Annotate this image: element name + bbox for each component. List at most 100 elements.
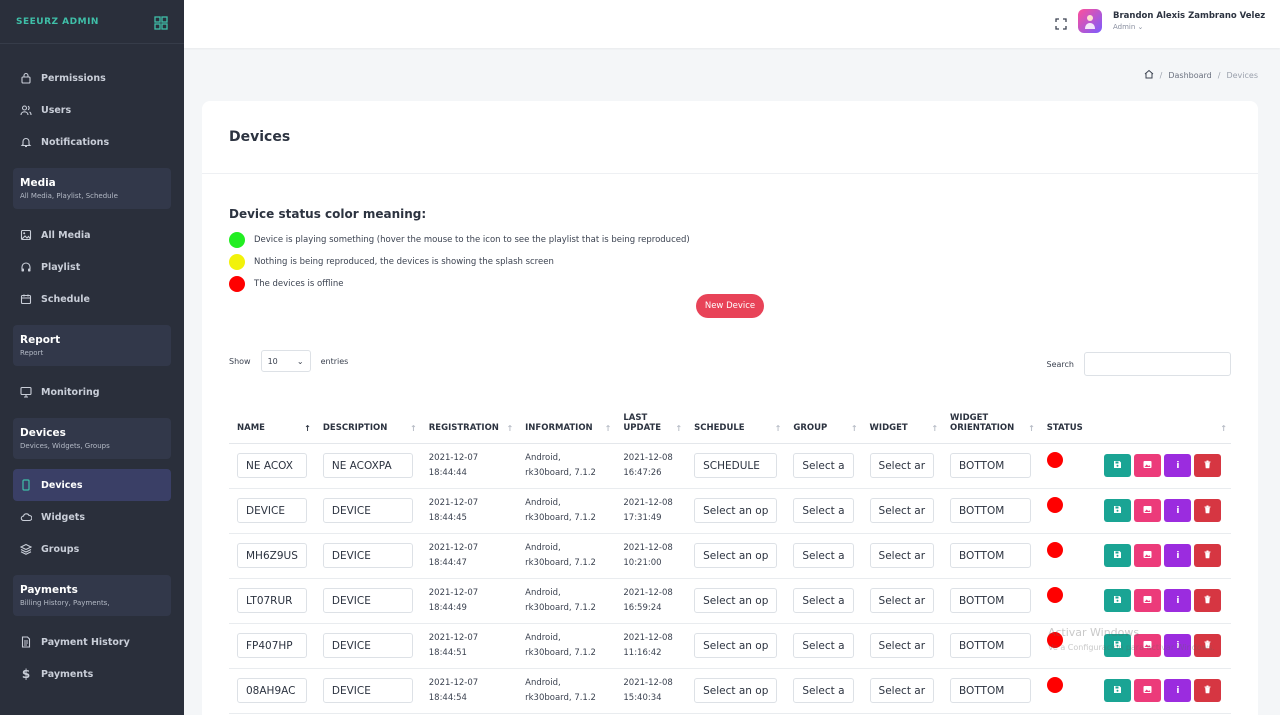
header-group[interactable]: GROUP ↑	[785, 397, 862, 444]
sidebar-item-notifications[interactable]: Notifications	[0, 126, 184, 158]
registration-cell: 2021-12-07 18:44:47	[429, 541, 509, 570]
sidebar-item-monitoring[interactable]: Monitoring	[0, 376, 184, 408]
offline-status-icon[interactable]	[1046, 676, 1063, 693]
widget-select[interactable]: Select ar	[869, 588, 935, 613]
sidebar-item-users[interactable]: Users	[0, 94, 184, 126]
sidebar-item-schedule[interactable]: Schedule	[0, 283, 184, 315]
group-select[interactable]: Select a	[793, 498, 854, 523]
media-button[interactable]	[1134, 499, 1162, 522]
header-name[interactable]: NAME ↑	[229, 397, 315, 444]
info-button[interactable]: i	[1164, 544, 1192, 567]
header-description[interactable]: DESCRIPTION ↑	[314, 397, 421, 444]
media-button[interactable]	[1134, 589, 1162, 612]
sidebar-item-permissions[interactable]: Permissions	[0, 62, 184, 94]
schedule-select[interactable]: Select an op	[694, 543, 778, 568]
media-button[interactable]	[1134, 544, 1162, 567]
group-select[interactable]: Select a	[793, 543, 854, 568]
description-input[interactable]: DEVICE	[322, 543, 413, 568]
group-select[interactable]: Select a	[793, 633, 854, 658]
row-actions: i	[1104, 679, 1223, 702]
sidebar-item-payment-history[interactable]: Payment History	[0, 626, 184, 658]
group-select[interactable]: Select a	[793, 678, 854, 703]
description-input[interactable]: DEVICE	[322, 588, 413, 613]
widget-select[interactable]: Select ar	[869, 453, 935, 478]
orientation-select[interactable]: BOTTOM	[950, 588, 1031, 613]
fullscreen-icon[interactable]	[1055, 15, 1067, 30]
name-input[interactable]: MH6Z9US	[237, 543, 307, 568]
header-widget[interactable]: WIDGET ↑	[861, 397, 943, 444]
grid-icon[interactable]	[154, 15, 168, 30]
section-report: Report Report	[13, 325, 171, 366]
section-subtitle: Report	[20, 349, 44, 357]
save-button[interactable]	[1104, 499, 1132, 522]
info-button[interactable]: i	[1164, 499, 1192, 522]
header-widget-orientation[interactable]: WIDGET ORIENTATION ↑	[942, 397, 1039, 444]
widget-select[interactable]: Select ar	[869, 633, 935, 658]
name-input[interactable]: 08AH9AC	[237, 678, 307, 703]
save-button[interactable]	[1104, 544, 1132, 567]
header-status[interactable]: STATUS	[1038, 397, 1097, 444]
delete-button[interactable]	[1194, 544, 1222, 567]
home-icon[interactable]	[1144, 69, 1154, 81]
name-input[interactable]: FP407HP	[237, 633, 307, 658]
sidebar-item-devices[interactable]: Devices	[13, 469, 171, 501]
delete-button[interactable]	[1194, 499, 1222, 522]
schedule-select[interactable]: Select an op	[694, 588, 778, 613]
header-registration[interactable]: REGISTRATION ↑	[420, 397, 518, 444]
new-device-button[interactable]: New Device	[696, 294, 764, 318]
sidebar-nav: Permissions Users Notifications Media Al…	[0, 44, 184, 690]
schedule-select[interactable]: Select an op	[694, 678, 778, 703]
save-button[interactable]	[1104, 454, 1132, 477]
description-input[interactable]: DEVICE	[322, 498, 413, 523]
yellow-status-dot	[229, 254, 245, 270]
widget-select[interactable]: Select ar	[869, 498, 935, 523]
group-select[interactable]: Select a	[793, 588, 854, 613]
delete-button[interactable]	[1194, 589, 1222, 612]
orientation-select[interactable]: BOTTOM	[950, 453, 1031, 478]
info-button[interactable]: i	[1164, 454, 1192, 477]
name-input[interactable]: NE ACOX	[237, 453, 307, 478]
orientation-select[interactable]: BOTTOM	[950, 633, 1031, 658]
search-input[interactable]	[1084, 352, 1231, 376]
media-button[interactable]	[1134, 454, 1162, 477]
user-role-dropdown[interactable]: Admin ⌄	[1113, 23, 1143, 31]
group-select[interactable]: Select a	[793, 453, 854, 478]
delete-button[interactable]	[1194, 454, 1222, 477]
info-button[interactable]: i	[1164, 679, 1192, 702]
description-input[interactable]: DEVICE	[322, 633, 413, 658]
header-information[interactable]: INFORMATION ↑	[517, 397, 616, 444]
schedule-select[interactable]: Select an op	[694, 633, 778, 658]
sidebar-item-groups[interactable]: Groups	[0, 533, 184, 565]
update-time: 16:59:24	[623, 602, 662, 613]
orientation-select[interactable]: BOTTOM	[950, 543, 1031, 568]
sidebar-item-playlist[interactable]: Playlist	[0, 251, 184, 283]
media-button[interactable]	[1134, 679, 1162, 702]
sidebar-item-all-media[interactable]: All Media	[0, 219, 184, 251]
info-button[interactable]: i	[1164, 589, 1192, 612]
offline-status-icon[interactable]	[1046, 541, 1063, 558]
widget-select[interactable]: Select ar	[869, 678, 935, 703]
sidebar-item-payments[interactable]: $ Payments	[0, 658, 184, 690]
orientation-select[interactable]: BOTTOM	[950, 498, 1031, 523]
description-input[interactable]: DEVICE	[322, 678, 413, 703]
user-name[interactable]: Brandon Alexis Zambrano Velez	[1113, 11, 1265, 21]
offline-status-icon[interactable]	[1046, 451, 1063, 468]
offline-status-icon[interactable]	[1046, 496, 1063, 513]
header-schedule[interactable]: SCHEDULE ↑	[686, 397, 786, 444]
widget-select[interactable]: Select ar	[869, 543, 935, 568]
sidebar-item-widgets[interactable]: Widgets	[0, 501, 184, 533]
breadcrumb-dashboard[interactable]: Dashboard	[1168, 71, 1211, 80]
schedule-select[interactable]: SCHEDULE	[694, 453, 778, 478]
orientation-select[interactable]: BOTTOM	[950, 678, 1031, 703]
schedule-select[interactable]: Select an op	[694, 498, 778, 523]
avatar[interactable]	[1078, 9, 1102, 33]
offline-status-icon[interactable]	[1046, 586, 1063, 603]
name-input[interactable]: DEVICE	[237, 498, 307, 523]
save-button[interactable]	[1104, 679, 1132, 702]
header-last-update[interactable]: LAST UPDATE ↑	[615, 397, 687, 444]
description-input[interactable]: NE ACOXPA	[322, 453, 413, 478]
delete-button[interactable]	[1194, 679, 1222, 702]
save-button[interactable]	[1104, 589, 1132, 612]
entries-select[interactable]: 10 ⌄	[260, 350, 311, 372]
name-input[interactable]: LT07RUR	[237, 588, 307, 613]
